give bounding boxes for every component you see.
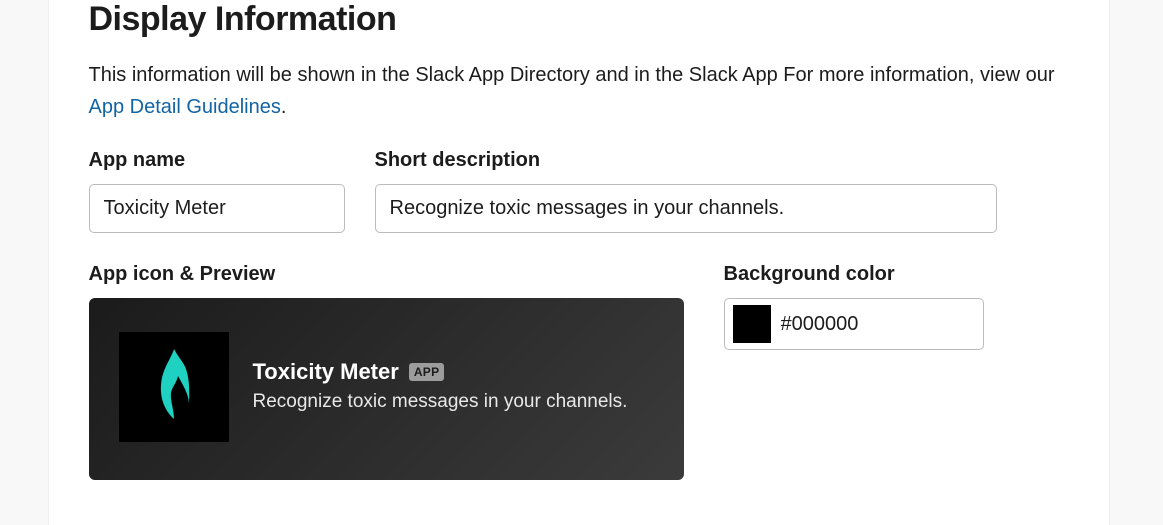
background-color-label: Background color [724, 263, 984, 286]
short-description-label: Short description [375, 149, 997, 172]
app-name-label: App name [89, 149, 345, 172]
color-swatch[interactable] [733, 305, 771, 343]
flame-icon [147, 347, 201, 427]
app-icon-preview-label: App icon & Preview [89, 263, 684, 286]
section-description-suffix: . [281, 96, 287, 118]
app-badge: APP [409, 363, 445, 381]
section-description: This information will be shown in the Sl… [89, 59, 1069, 123]
preview-app-description: Recognize toxic messages in your channel… [253, 389, 654, 416]
background-color-field[interactable] [724, 298, 984, 350]
app-preview-card[interactable]: Toxicity Meter APP Recognize toxic messa… [89, 298, 684, 480]
section-title: Display Information [89, 0, 1069, 39]
section-description-text: This information will be shown in the Sl… [89, 64, 1055, 86]
app-icon[interactable] [119, 332, 229, 442]
preview-app-name: Toxicity Meter [253, 359, 399, 385]
background-color-input[interactable] [781, 313, 975, 336]
app-name-input[interactable] [89, 184, 345, 233]
short-description-input[interactable] [375, 184, 997, 233]
guidelines-link[interactable]: App Detail Guidelines [89, 96, 281, 118]
